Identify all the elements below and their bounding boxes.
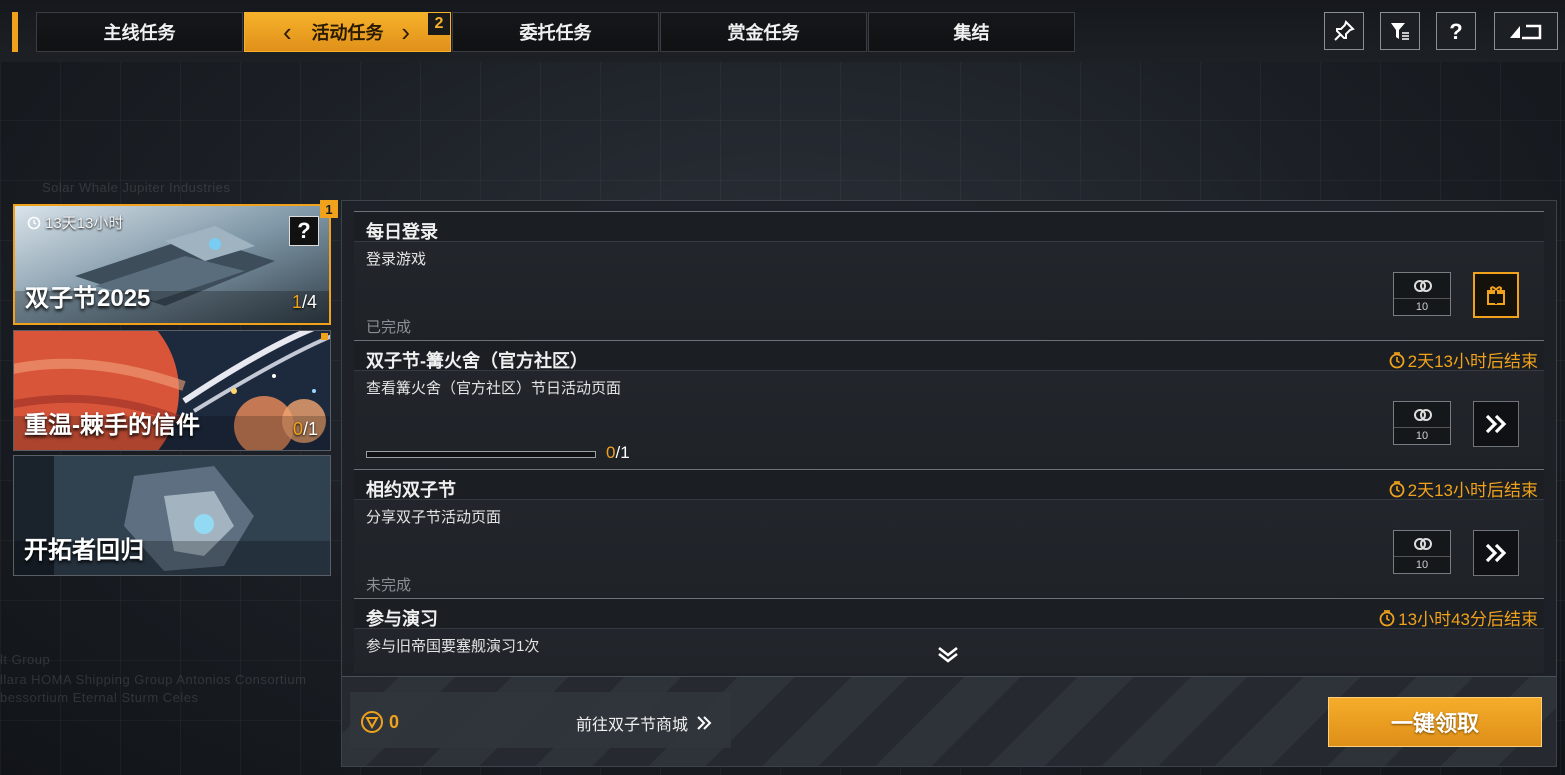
task-description: 登录游戏 — [366, 251, 427, 268]
shop-link-label: 前往双子节商城 — [576, 717, 689, 734]
event-timer: 13天13小时 — [27, 212, 123, 233]
currency-icon — [361, 711, 383, 733]
event-new-dot — [321, 333, 328, 340]
event-title: 重温-棘手的信件 — [24, 412, 200, 439]
task-header: 双子节-篝火舍（官方社区） 2天13小时后结束 — [354, 341, 1544, 371]
filter-icon — [1391, 23, 1409, 40]
reward-amount: 10 — [1394, 427, 1450, 444]
help-button[interactable]: ? — [1436, 12, 1476, 50]
task-progress-bar — [366, 451, 596, 458]
event-card-tricky-letter[interactable]: 重温-棘手的信件 0/1 — [13, 330, 331, 451]
pin-icon — [1334, 20, 1355, 41]
pin-button[interactable] — [1324, 12, 1364, 50]
reward-token-icon — [1414, 280, 1432, 292]
task-deadline-text: 2天13小时后结束 — [1407, 352, 1538, 371]
tab-badge: 2 — [428, 13, 450, 35]
task-deadline: 2天13小时后结束 — [1388, 476, 1538, 501]
background-text: bessortium Eternal Sturm Celes — [0, 690, 199, 705]
task-description: 分享双子节活动页面 — [366, 509, 502, 526]
event-timer-text: 13天13小时 — [45, 215, 124, 232]
task-deadline-text: 2天13小时后结束 — [1407, 481, 1538, 500]
task-header: 每日登录 — [354, 212, 1544, 242]
task-deadline-text: 13小时43分后结束 — [1398, 610, 1538, 629]
event-card-gemini-2025[interactable]: 13天13小时 ? 双子节2025 1/4 — [13, 204, 331, 325]
tab-bar: 主线任务 ‹ 活动任务 › 2 委托任务 赏金任务 集结 — [36, 12, 1076, 52]
background-text: llara HOMA Shipping Group Antonios Conso… — [0, 672, 307, 687]
task-header: 相约双子节 2天13小时后结束 — [354, 470, 1544, 500]
event-progress: 0/1 — [292, 419, 318, 439]
clock-icon — [27, 216, 41, 229]
task-deadline: 2天13小时后结束 — [1388, 347, 1538, 372]
tab-label: 委托任务 — [519, 23, 592, 43]
filter-button[interactable] — [1380, 12, 1420, 50]
back-button[interactable] — [1494, 12, 1558, 50]
event-title: 双子节2025 — [25, 285, 151, 312]
task-description: 查看篝火舍（官方社区）节日活动页面 — [366, 380, 622, 397]
task-status: 已完成 — [366, 319, 412, 336]
tab-label: 集结 — [953, 23, 990, 43]
scroll-down-button[interactable] — [934, 644, 962, 669]
double-chevron-right-icon — [1485, 543, 1507, 563]
background-text: lt Group — [0, 652, 51, 667]
tab-bounty-quests[interactable]: 赏金任务 — [660, 12, 867, 52]
double-chevron-right-icon — [1485, 414, 1507, 434]
background-text: Solar Whale Jupiter Industries — [42, 180, 231, 195]
event-progress: 1/4 — [291, 292, 317, 312]
task-name: 参与演习 — [366, 609, 438, 629]
tab-label: 主线任务 — [103, 23, 176, 43]
task-reward: 10 — [1393, 530, 1451, 574]
task-list[interactable]: 每日登录 登录游戏 已完成 10 双子节-篝火舍（官方社区） 2天13小时后结束… — [354, 211, 1544, 673]
svg-text:?: ? — [1449, 19, 1462, 43]
chevron-left-icon: ‹ — [283, 17, 292, 47]
double-chevron-right-icon — [697, 716, 712, 730]
task-row: 相约双子节 2天13小时后结束 分享双子节活动页面 未完成 10 — [354, 469, 1544, 595]
gift-icon — [1487, 286, 1505, 305]
tab-rally[interactable]: 集结 — [868, 12, 1075, 52]
task-row: 每日登录 登录游戏 已完成 10 — [354, 211, 1544, 337]
task-reward: 10 — [1393, 401, 1451, 445]
timer-icon — [1389, 351, 1405, 368]
task-status: 未完成 — [366, 577, 412, 594]
currency-amount: 0 — [389, 711, 400, 732]
task-row: 双子节-篝火舍（官方社区） 2天13小时后结束 查看篝火舍（官方社区）节日活动页… — [354, 340, 1544, 466]
task-reward: 10 — [1393, 272, 1451, 316]
reward-amount: 10 — [1394, 556, 1450, 573]
reward-token-icon — [1414, 409, 1432, 421]
task-deadline: 13小时43分后结束 — [1378, 605, 1538, 630]
timer-icon — [1389, 480, 1405, 497]
event-title: 开拓者回归 — [24, 537, 144, 564]
task-description: 参与旧帝国要塞舰演习1次 — [366, 638, 540, 655]
claim-all-button[interactable]: 一键领取 — [1328, 697, 1542, 747]
task-header: 参与演习 13小时43分后结束 — [354, 599, 1544, 629]
tab-commission-quests[interactable]: 委托任务 — [452, 12, 659, 52]
tab-label: 活动任务 — [311, 23, 384, 43]
tab-label: 赏金任务 — [727, 23, 800, 43]
event-count-badge: 1 — [320, 200, 338, 218]
task-name: 每日登录 — [366, 222, 438, 242]
reward-token-icon — [1414, 538, 1432, 550]
task-name: 相约双子节 — [366, 480, 456, 500]
go-to-shop-link[interactable]: 前往双子节商城 — [576, 711, 712, 735]
claim-reward-button[interactable] — [1473, 272, 1519, 318]
chevron-down-icon — [938, 646, 958, 663]
task-progress-count: 0/1 — [606, 443, 630, 462]
timer-icon — [1379, 609, 1395, 626]
top-accent-bar — [12, 12, 18, 52]
event-card-pioneer-return[interactable]: 开拓者回归 — [13, 455, 331, 576]
event-help-button[interactable]: ? — [289, 216, 319, 246]
currency-display: 0 — [360, 710, 399, 734]
help-icon: ? — [1449, 19, 1462, 43]
tab-event-quests[interactable]: ‹ 活动任务 › 2 — [244, 12, 451, 52]
reward-amount: 10 — [1394, 298, 1450, 315]
chevron-right-icon: › — [401, 17, 410, 47]
task-name: 双子节-篝火舍（官方社区） — [366, 351, 588, 371]
back-icon — [1510, 24, 1542, 40]
tab-main-quests[interactable]: 主线任务 — [36, 12, 243, 52]
go-to-task-button[interactable] — [1473, 401, 1519, 447]
go-to-task-button[interactable] — [1473, 530, 1519, 576]
